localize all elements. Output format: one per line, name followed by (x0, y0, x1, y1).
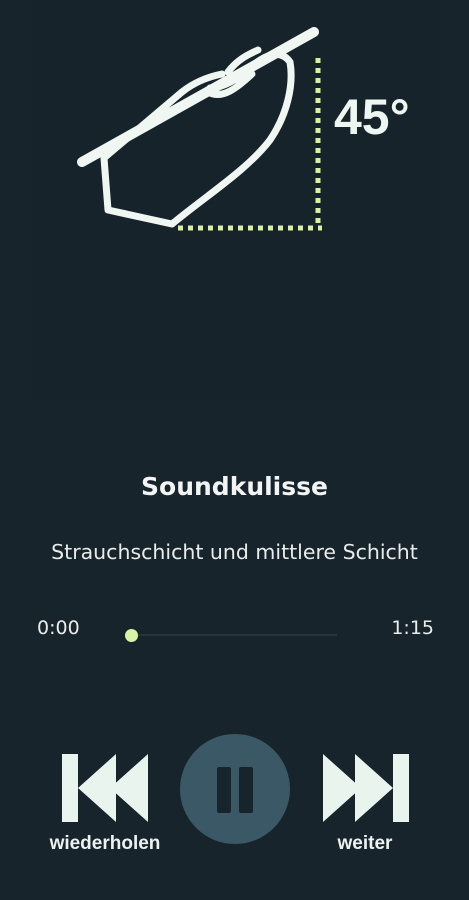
current-time: 0:00 (37, 617, 80, 639)
previous-label[interactable]: wiederholen (40, 833, 170, 855)
player-screen: 45° Soundkulisse Strauchschicht und mitt… (0, 0, 469, 900)
next-button[interactable] (315, 748, 415, 828)
tilt-illustration: 45° (32, 0, 440, 400)
track-subtitle: Strauchschicht und mittlere Schicht (51, 540, 418, 564)
progress-slider[interactable] (131, 634, 337, 636)
pause-button[interactable] (180, 734, 290, 844)
skip-back-icon (62, 754, 148, 822)
next-label[interactable]: weiter (300, 833, 430, 855)
hand-tilt-icon (77, 27, 322, 231)
skip-forward-icon (323, 754, 409, 822)
progress-thumb[interactable] (125, 629, 138, 642)
previous-button[interactable] (56, 748, 156, 828)
total-time: 1:15 (391, 617, 434, 639)
angle-label: 45° (334, 89, 410, 145)
track-title: Soundkulisse (141, 472, 328, 501)
